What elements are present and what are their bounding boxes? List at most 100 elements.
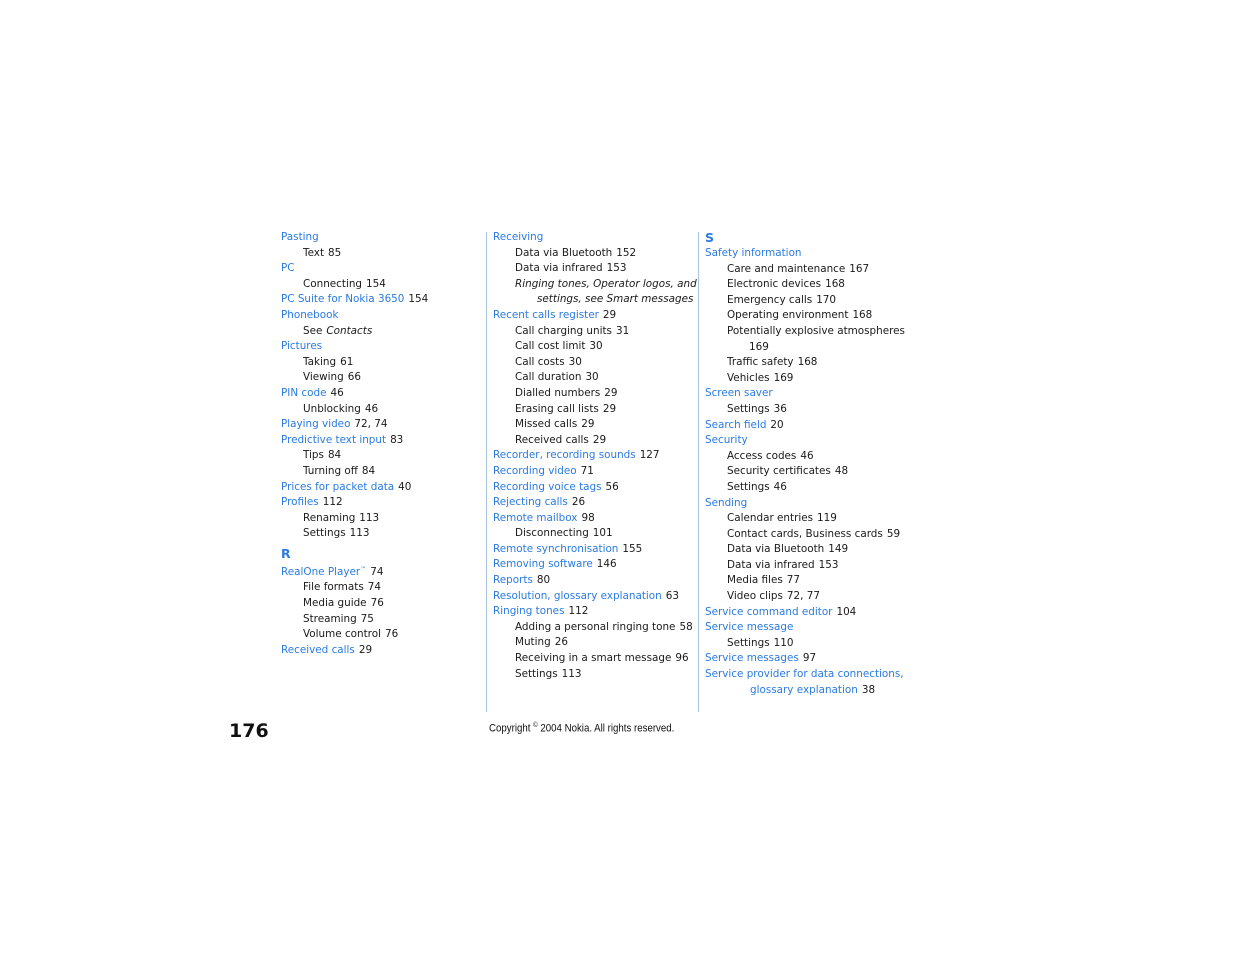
page-reference[interactable]: 29: [603, 403, 616, 415]
page-reference[interactable]: 112: [323, 496, 343, 508]
page-reference[interactable]: 26: [572, 496, 585, 508]
index-term-link[interactable]: Recording video: [493, 465, 577, 477]
page-reference[interactable]: 154: [366, 278, 386, 290]
page-reference[interactable]: 29: [593, 434, 606, 446]
index-term-link[interactable]: Reports: [493, 574, 533, 586]
index-term-link[interactable]: Removing software: [493, 558, 593, 570]
page-reference[interactable]: 127: [640, 449, 660, 461]
page-reference[interactable]: 97: [803, 652, 816, 664]
page-reference[interactable]: 85: [328, 247, 341, 259]
index-term-link[interactable]: RealOne Player: [281, 566, 360, 578]
page-reference[interactable]: 66: [348, 371, 361, 383]
page-reference[interactable]: 56: [606, 481, 619, 493]
index-term-link[interactable]: Recorder, recording sounds: [493, 449, 636, 461]
index-term-link[interactable]: Recent calls register: [493, 309, 599, 321]
page-reference[interactable]: 83: [390, 434, 403, 446]
index-term-link[interactable]: Service message: [705, 621, 793, 633]
page-reference[interactable]: 149: [828, 543, 848, 555]
page-reference[interactable]: 48: [835, 465, 848, 477]
page-reference[interactable]: 72, 77: [787, 590, 820, 602]
page-reference[interactable]: 40: [398, 481, 411, 493]
index-term-link[interactable]: Ringing tones: [493, 605, 564, 617]
page-reference[interactable]: 154: [408, 293, 428, 305]
index-term-link[interactable]: Security: [705, 434, 748, 446]
page-reference[interactable]: 101: [593, 527, 613, 539]
page-reference[interactable]: 29: [581, 418, 594, 430]
page-reference[interactable]: 74: [370, 566, 383, 578]
page-reference[interactable]: 170: [816, 294, 836, 306]
index-term-link[interactable]: Received calls: [281, 644, 355, 656]
page-reference[interactable]: 152: [616, 247, 636, 259]
page-reference[interactable]: 29: [604, 387, 617, 399]
page-reference[interactable]: 153: [819, 559, 839, 571]
page-reference[interactable]: 113: [359, 512, 379, 524]
page-reference[interactable]: 155: [622, 543, 642, 555]
page-reference[interactable]: 146: [597, 558, 617, 570]
page-reference[interactable]: 46: [774, 481, 787, 493]
page-reference[interactable]: 98: [581, 512, 594, 524]
page-reference[interactable]: 38: [862, 684, 875, 696]
index-term-link[interactable]: Resolution, glossary explanation: [493, 590, 662, 602]
page-reference[interactable]: 113: [562, 668, 582, 680]
index-term-link[interactable]: Pasting: [281, 231, 319, 243]
page-reference[interactable]: 72, 74: [354, 418, 387, 430]
page-reference[interactable]: 59: [887, 528, 900, 540]
page-reference[interactable]: 58: [679, 621, 692, 633]
page-reference[interactable]: 29: [359, 644, 372, 656]
index-term-link[interactable]: Service command editor: [705, 606, 832, 618]
page-reference[interactable]: 46: [365, 403, 378, 415]
page-reference[interactable]: 84: [328, 449, 341, 461]
page-reference[interactable]: 74: [368, 581, 381, 593]
index-term-link[interactable]: Receiving: [493, 231, 543, 243]
index-term-link[interactable]: Sending: [705, 497, 747, 509]
page-reference[interactable]: 75: [361, 613, 374, 625]
page-reference[interactable]: 169: [774, 372, 794, 384]
page-reference[interactable]: 76: [371, 597, 384, 609]
index-term-link[interactable]: Recording voice tags: [493, 481, 602, 493]
cross-reference[interactable]: Contacts: [326, 325, 372, 337]
page-reference[interactable]: 30: [569, 356, 582, 368]
page-reference[interactable]: 31: [616, 325, 629, 337]
page-reference[interactable]: 168: [825, 278, 845, 290]
index-term-link[interactable]: Rejecting calls: [493, 496, 568, 508]
page-reference[interactable]: 36: [774, 403, 787, 415]
index-term-link[interactable]: PIN code: [281, 387, 326, 399]
page-reference[interactable]: 29: [603, 309, 616, 321]
page-reference[interactable]: 46: [330, 387, 343, 399]
index-term-link[interactable]: Safety information: [705, 247, 802, 259]
page-reference[interactable]: 113: [350, 527, 370, 539]
page-reference[interactable]: 61: [340, 356, 353, 368]
index-term-link[interactable]: glossary explanation: [750, 684, 858, 696]
index-term-link[interactable]: Remote mailbox: [493, 512, 577, 524]
page-reference[interactable]: 119: [817, 512, 837, 524]
index-term-link[interactable]: Screen saver: [705, 387, 773, 399]
index-term-link[interactable]: PC Suite for Nokia 3650: [281, 293, 404, 305]
page-reference[interactable]: 169: [705, 340, 905, 356]
index-term-link[interactable]: Remote synchronisation: [493, 543, 618, 555]
page-reference[interactable]: 153: [607, 262, 627, 274]
index-term-link[interactable]: Service messages: [705, 652, 799, 664]
page-reference[interactable]: 96: [675, 652, 688, 664]
index-term-link[interactable]: Predictive text input: [281, 434, 386, 446]
page-reference[interactable]: 71: [581, 465, 594, 477]
page-reference[interactable]: 46: [800, 450, 813, 462]
page-reference[interactable]: 80: [537, 574, 550, 586]
page-reference[interactable]: 30: [589, 340, 602, 352]
index-term-link[interactable]: Profiles: [281, 496, 319, 508]
page-reference[interactable]: 76: [385, 628, 398, 640]
page-reference[interactable]: 20: [770, 419, 783, 431]
page-reference[interactable]: 167: [849, 263, 869, 275]
page-reference[interactable]: 168: [798, 356, 818, 368]
index-term-link[interactable]: Pictures: [281, 340, 322, 352]
index-term-link[interactable]: Search field: [705, 419, 766, 431]
index-term-link[interactable]: Phonebook: [281, 309, 339, 321]
index-term-link[interactable]: Prices for packet data: [281, 481, 394, 493]
index-term-link[interactable]: Playing video: [281, 418, 350, 430]
page-reference[interactable]: 30: [585, 371, 598, 383]
page-reference[interactable]: 110: [774, 637, 794, 649]
index-term-link[interactable]: PC: [281, 262, 295, 274]
page-reference[interactable]: 77: [787, 574, 800, 586]
page-reference[interactable]: 26: [555, 636, 568, 648]
page-reference[interactable]: 104: [836, 606, 856, 618]
page-reference[interactable]: 168: [852, 309, 872, 321]
